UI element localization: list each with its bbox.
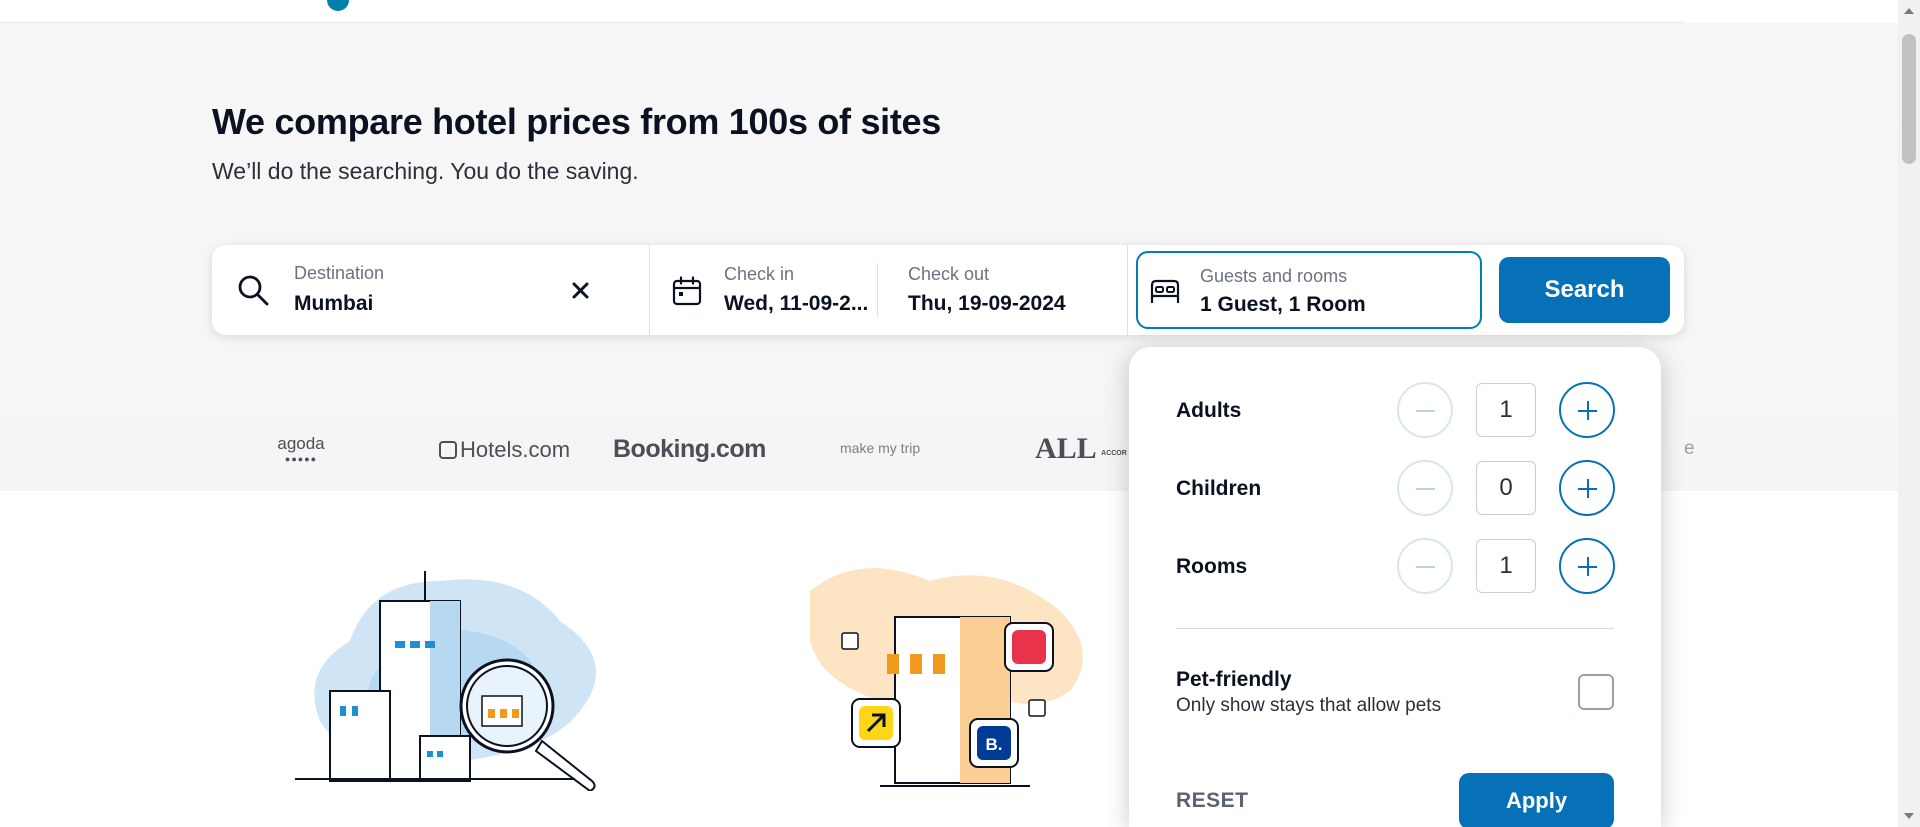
- adults-count[interactable]: 1: [1476, 383, 1536, 437]
- svg-text:B.: B.: [986, 735, 1003, 754]
- destination-value[interactable]: Mumbai: [294, 292, 373, 316]
- rooms-decrease-button[interactable]: [1397, 538, 1453, 594]
- destination-label: Destination: [294, 263, 385, 283]
- brand-logo[interactable]: [327, 0, 349, 11]
- checkout-value[interactable]: Thu, 19-09-2024: [908, 292, 1066, 316]
- popup-divider: [1176, 628, 1614, 629]
- calendar-icon: [672, 276, 702, 306]
- guests-and-rooms-field[interactable]: Guests and rooms 1 Guest, 1 Room: [1136, 251, 1482, 329]
- accor-all-logo: ALL ACCOR LIVE LIMITLESS: [1035, 432, 1183, 465]
- guests-label: Guests and rooms: [1200, 266, 1348, 286]
- search-icon: [238, 275, 269, 306]
- scrollbar-thumb[interactable]: [1902, 34, 1916, 164]
- rooms-count[interactable]: 1: [1476, 539, 1536, 593]
- top-navigation-bar: [0, 0, 1684, 23]
- agoda-logo: agoda ●●●●●: [277, 434, 325, 464]
- checkout-label: Check out: [908, 264, 990, 284]
- hotel-search-bar: Destination Mumbai Check in Wed, 11-09-2…: [212, 245, 1684, 335]
- adults-increase-button[interactable]: [1559, 382, 1615, 438]
- adults-label: Adults: [1176, 399, 1242, 422]
- apply-button[interactable]: Apply: [1459, 773, 1614, 827]
- pet-friendly-subtitle: Only show stays that allow pets: [1176, 695, 1442, 716]
- children-label: Children: [1176, 477, 1262, 500]
- reset-button[interactable]: RESET: [1176, 789, 1249, 813]
- search-button[interactable]: Search: [1499, 257, 1670, 323]
- price-comparison-illustration: B.: [810, 568, 1083, 787]
- adults-decrease-button[interactable]: [1397, 382, 1453, 438]
- pet-friendly-title: Pet-friendly: [1176, 668, 1292, 691]
- children-count[interactable]: 0: [1476, 461, 1536, 515]
- children-increase-button[interactable]: [1559, 460, 1615, 516]
- guests-value[interactable]: 1 Guest, 1 Room: [1200, 293, 1366, 317]
- clear-icon[interactable]: [572, 282, 589, 299]
- pet-friendly-checkbox[interactable]: [1578, 674, 1614, 710]
- date-range-field[interactable]: Check in Wed, 11-09-2... Check out Thu, …: [650, 245, 1128, 335]
- date-divider: [877, 263, 878, 317]
- vertical-scrollbar[interactable]: [1898, 0, 1920, 827]
- scroll-down-arrow[interactable]: [1904, 813, 1914, 819]
- page-subtitle: We’ll do the searching. You do the savin…: [212, 158, 639, 184]
- guests-rooms-popup: Adults 1 Children 0 Rooms 1 Pet-friendly…: [1129, 347, 1661, 827]
- checkin-label: Check in: [724, 264, 795, 284]
- page-title: We compare hotel prices from 100s of sit…: [212, 101, 942, 142]
- rooms-label: Rooms: [1176, 555, 1248, 578]
- children-decrease-button[interactable]: [1397, 460, 1453, 516]
- partner-logo-partial: e: [1684, 438, 1695, 459]
- rooms-increase-button[interactable]: [1559, 538, 1615, 594]
- makemytrip-logo: make my trip: [840, 440, 921, 456]
- bed-icon: [1150, 279, 1180, 303]
- destination-field[interactable]: Destination Mumbai: [212, 245, 650, 335]
- checkin-value[interactable]: Wed, 11-09-2...: [724, 292, 868, 316]
- booking-com-logo: Booking.com: [613, 435, 766, 463]
- hotel-search-illustration: [295, 571, 596, 791]
- scroll-up-arrow[interactable]: [1904, 8, 1914, 14]
- hotels-com-logo: Hotels.com: [439, 437, 570, 463]
